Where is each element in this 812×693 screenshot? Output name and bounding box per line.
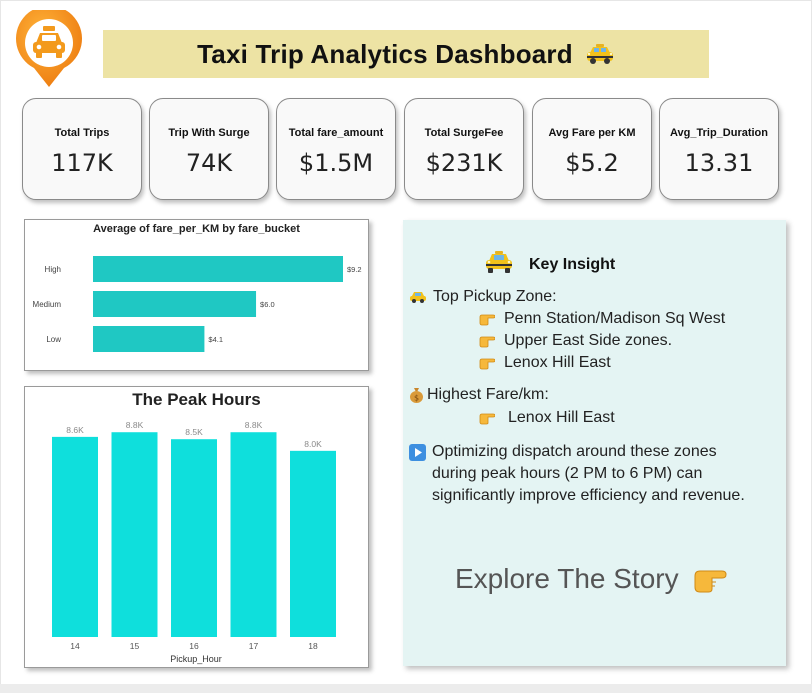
- play-icon: [409, 444, 426, 468]
- insight-heading: Key Insight: [529, 255, 616, 273]
- pointing-hand-icon: [479, 334, 495, 348]
- data-label: $9.2: [347, 265, 362, 274]
- x-tick-label: 14: [70, 641, 80, 651]
- bar[interactable]: [93, 326, 205, 352]
- peak-hours-chart-card[interactable]: The Peak Hours 8.6K 14 8.8K 15 8.5K 16 8.8K 17 8…: [24, 386, 369, 668]
- svg-text:$: $: [414, 394, 419, 403]
- pickup-zone-item: Lenox Hill East: [479, 354, 611, 372]
- bar[interactable]: [52, 436, 98, 637]
- kpi-card-avg-trip-duration[interactable]: Avg_Trip_Duration 13.31: [659, 98, 779, 200]
- kpi-card-total-surgefee[interactable]: Total SurgeFee $231K: [404, 98, 524, 200]
- bar[interactable]: [93, 291, 257, 317]
- kpi-card-total-fare-amount[interactable]: Total fare_amount $1.5M: [276, 98, 396, 200]
- pickup-zone-item: Upper East Side zones.: [479, 332, 672, 350]
- data-label: 8.8K: [245, 420, 263, 430]
- category-tick-label: High: [45, 265, 61, 274]
- x-tick-label: 16: [189, 641, 199, 651]
- kpi-label: Total fare_amount: [288, 127, 384, 139]
- page-title: Taxi Trip Analytics Dashboard: [197, 38, 573, 69]
- money-bag-icon: $: [409, 387, 424, 403]
- bar[interactable]: [111, 432, 158, 637]
- x-tick-label: 17: [249, 641, 259, 651]
- data-label: 8.8K: [126, 420, 144, 430]
- pointing-hand-icon: [479, 312, 495, 326]
- highest-fare-item: Lenox Hill East: [479, 409, 615, 427]
- kpi-card-trip-with-surge[interactable]: Trip With Surge 74K: [149, 98, 269, 200]
- peak-hours-chart: 8.6K 14 8.8K 15 8.5K 16 8.8K 17 8.0K 18 Pickup_Hou…: [52, 420, 336, 664]
- pickup-zone-text: Upper East Side zones.: [504, 332, 673, 349]
- kpi-value: $1.5M: [298, 149, 374, 177]
- pointing-hand-icon: [479, 356, 495, 370]
- bar[interactable]: [93, 256, 343, 282]
- taxi-icon: [485, 250, 513, 279]
- data-label: $6.0: [260, 300, 275, 309]
- pickup-zone-text: Penn Station/Madison Sq West: [504, 310, 726, 327]
- category-tick-label: Low: [46, 335, 61, 344]
- kpi-value: $231K: [425, 149, 503, 177]
- category-tick-label: Medium: [33, 300, 62, 309]
- bar[interactable]: [290, 450, 336, 637]
- pointing-hand-icon: [693, 565, 727, 593]
- fare-per-km-chart-card[interactable]: Average of fare_per_KM by fare_bucket Hi…: [24, 219, 369, 371]
- highest-fare-label: Highest Fare/km:: [427, 386, 549, 403]
- kpi-value: $5.2: [565, 149, 619, 177]
- explore-story-text[interactable]: Explore The Story: [455, 563, 679, 595]
- kpi-value: 74K: [185, 149, 233, 177]
- recommendation-line: significantly improve efficiency and rev…: [432, 487, 745, 504]
- pickup-zone-label-row: Top Pickup Zone:: [409, 288, 557, 306]
- fare-per-km-chart: High $9.2 Medium $6.0 Low $4.1: [33, 256, 362, 352]
- page-title-banner: Taxi Trip Analytics Dashboard: [103, 30, 709, 78]
- taxi-icon: [409, 290, 427, 304]
- bar[interactable]: [171, 439, 217, 637]
- page-footer-bar: [0, 684, 812, 693]
- pickup-zone-item: Penn Station/Madison Sq West: [479, 310, 725, 328]
- kpi-value: 13.31: [684, 149, 754, 177]
- insight-header: Key Insight: [485, 250, 615, 279]
- pickup-zone-label: Top Pickup Zone:: [433, 288, 557, 305]
- data-label: $4.1: [208, 335, 223, 344]
- highest-fare-label-row: $ Highest Fare/km:: [409, 386, 549, 404]
- taxi-pin-logo-icon: [16, 10, 82, 87]
- kpi-card-total-trips[interactable]: Total Trips 117K: [22, 98, 142, 200]
- taxi-icon: [585, 43, 615, 65]
- kpi-card-avg-fare-per-km[interactable]: Avg Fare per KM $5.2: [532, 98, 652, 200]
- x-axis-label: Pickup_Hour: [170, 654, 222, 664]
- explore-story-link[interactable]: Explore The Story: [455, 563, 727, 595]
- kpi-label: Total SurgeFee: [424, 127, 504, 139]
- kpi-label: Avg_Trip_Duration: [670, 127, 768, 139]
- kpi-label: Total Trips: [54, 127, 110, 139]
- key-insight-panel: Key Insight Top Pickup Zone: Penn Statio…: [403, 220, 786, 666]
- kpi-label: Avg Fare per KM: [548, 127, 636, 139]
- kpi-value: 117K: [51, 149, 113, 177]
- x-tick-label: 15: [130, 641, 140, 651]
- pickup-zone-text: Lenox Hill East: [504, 354, 611, 371]
- kpi-label: Trip With Surge: [168, 127, 250, 139]
- highest-fare-text: Lenox Hill East: [508, 409, 615, 426]
- recommendation-line: during peak hours (2 PM to 6 PM) can: [432, 465, 703, 482]
- recommendation-line: Optimizing dispatch around these zones: [432, 443, 717, 460]
- data-label: 8.0K: [304, 439, 322, 449]
- data-label: 8.5K: [185, 427, 203, 437]
- x-tick-label: 18: [308, 641, 318, 651]
- bar[interactable]: [230, 432, 277, 637]
- recommendation-block: Optimizing dispatch around these zones d…: [409, 441, 745, 507]
- pointing-hand-icon: [479, 411, 495, 425]
- data-label: 8.6K: [66, 425, 84, 435]
